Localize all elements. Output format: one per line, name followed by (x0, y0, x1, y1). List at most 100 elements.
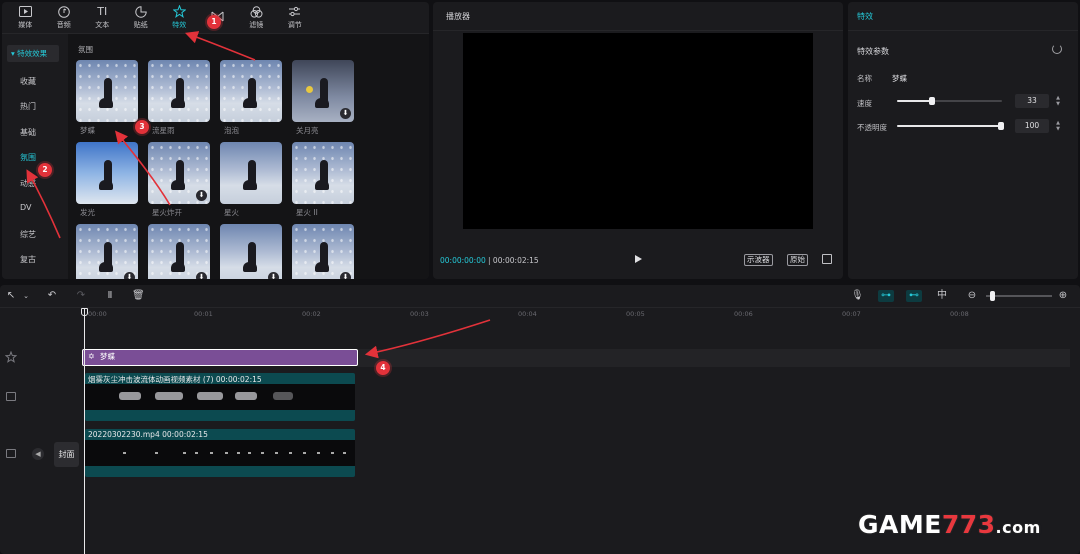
opacity-slider-knob[interactable] (998, 122, 1004, 130)
annotation-badge-4: 4 (376, 361, 390, 375)
tab-sticker[interactable]: 贴纸 (122, 2, 161, 33)
timeline-toolbar: ↖ ⌄ ↶ ↷ Ⅱ 🗑 🎙 ⊶ ⊷ 中 ⊖ ⊕ (0, 285, 1080, 307)
effect-thumb-sparks-2[interactable] (292, 142, 354, 204)
effects-track-icon (5, 351, 17, 363)
effect-label: 泡泡 (224, 126, 239, 135)
video-clip-main[interactable]: 20220302230.mp4 00:00:02:15 (85, 429, 355, 477)
effect-thumb-sparks[interactable] (220, 142, 282, 204)
divider (433, 30, 843, 31)
zoom-out-icon[interactable]: ⊖ (966, 290, 978, 302)
split-icon[interactable]: Ⅱ (104, 290, 116, 302)
opacity-slider[interactable] (897, 122, 1004, 130)
download-icon[interactable]: ⬇ (340, 108, 351, 119)
redo-icon[interactable]: ↷ (75, 290, 87, 302)
speaker-icon[interactable]: ◀ (32, 448, 44, 460)
main-track-magnet-icon[interactable]: ⊶ (878, 290, 894, 302)
effect-thumb-meteor-shower[interactable] (148, 60, 210, 122)
speed-stepper[interactable]: ▲ ▼ (1054, 95, 1062, 107)
tab-text[interactable]: TI 文本 (83, 2, 122, 33)
speed-label: 速度 (857, 99, 872, 108)
sidebar-item-variety[interactable]: 综艺 (20, 229, 36, 240)
sidebar-item-favorites[interactable]: 收藏 (20, 76, 36, 87)
preview-axis-icon[interactable]: 中 (936, 290, 948, 302)
tab-media[interactable]: 媒体 (6, 2, 45, 33)
annotation-badge-2: 2 (38, 163, 52, 177)
name-label: 名称 (857, 74, 872, 83)
tab-audio[interactable]: 音频 (45, 2, 84, 33)
nav-header-effects[interactable]: ▾ 特效效果 (7, 45, 59, 62)
effect-thumb-dream-butterfly[interactable] (76, 60, 138, 122)
effect-label: 星火 (224, 208, 239, 217)
speed-input[interactable]: 33 (1015, 94, 1049, 108)
sidebar-item-dynamic[interactable]: 动感 (20, 178, 36, 189)
speed-slider-fill (897, 100, 932, 102)
effect-thumb[interactable]: ⬇ (292, 224, 354, 279)
undo-icon[interactable]: ↶ (46, 290, 58, 302)
effect-label: 关月亮 (296, 126, 319, 135)
opacity-stepper[interactable]: ▲ ▼ (1054, 120, 1062, 132)
main-video-track-icon (6, 449, 16, 458)
opacity-label: 不透明度 (857, 123, 887, 132)
filter-icon (249, 5, 263, 18)
reset-icon[interactable] (1052, 44, 1062, 54)
play-icon[interactable] (635, 255, 642, 263)
name-value: 梦蝶 (892, 74, 907, 83)
zoom-in-icon[interactable]: ⊕ (1057, 290, 1069, 302)
annotation-badge-3: 3 (135, 120, 149, 134)
effects-track (358, 349, 1070, 367)
microphone-icon[interactable]: 🎙 (851, 290, 864, 302)
effect-label: 梦蝶 (80, 126, 95, 135)
time-ruler[interactable]: 00:00 00:01 00:02 00:03 00:04 00:05 00:0… (86, 309, 1080, 321)
effect-thumb[interactable]: ⬇ (220, 224, 282, 279)
sidebar-item-hot[interactable]: 热门 (20, 101, 36, 112)
download-icon[interactable]: ⬇ (268, 272, 279, 279)
current-timecode: 00:00:00:00 (440, 256, 486, 265)
tab-effects[interactable]: 特效 (160, 2, 199, 33)
opacity-input[interactable]: 100 (1015, 119, 1049, 133)
select-tool-icon[interactable]: ↖ (5, 290, 17, 302)
effect-clip[interactable]: 梦蝶 (82, 349, 358, 366)
cover-button[interactable]: 封面 (54, 442, 79, 467)
download-icon[interactable]: ⬇ (196, 272, 207, 279)
sidebar-item-dv[interactable]: DV (20, 203, 32, 212)
sidebar-item-basic[interactable]: 基础 (20, 127, 36, 138)
tab-adjust[interactable]: 调节 (276, 2, 315, 33)
scope-button[interactable]: 示波器 (744, 254, 773, 266)
zoom-slider-knob[interactable] (990, 291, 995, 301)
delete-icon[interactable]: 🗑 (132, 290, 145, 302)
section-title: 氛围 (78, 45, 93, 54)
clip-thumbnails (85, 440, 355, 466)
effects-grid: 氛围 梦蝶 流星雨 泡泡 ⬇ 关月亮 发光 ⬇ 星火炸开 星火 星火 II ⬇ … (68, 34, 429, 279)
download-icon[interactable]: ⬇ (196, 190, 207, 201)
opacity-slider-fill (897, 125, 1002, 127)
effect-thumb-sparks-burst[interactable]: ⬇ (148, 142, 210, 204)
effect-label: 星火炸开 (152, 208, 182, 217)
fullscreen-icon[interactable] (822, 254, 832, 264)
properties-panel: 特效 特效参数 名称 梦蝶 速度 33 ▲ ▼ 不透明度 100 ▲ ▼ (848, 2, 1078, 279)
sidebar-item-retro[interactable]: 复古 (20, 254, 36, 265)
effect-thumb[interactable]: ⬇ (148, 224, 210, 279)
effect-thumb-moon-off[interactable]: ⬇ (292, 60, 354, 122)
effect-thumb[interactable]: ⬇ (76, 224, 138, 279)
effect-thumb-glow[interactable] (76, 142, 138, 204)
playhead[interactable] (84, 309, 85, 554)
media-icon (18, 6, 32, 18)
sidebar-item-atmosphere[interactable]: 氛围 (20, 152, 36, 163)
effect-thumb-bubbles[interactable] (220, 60, 282, 122)
chevron-down-icon[interactable]: ⌄ (20, 290, 32, 302)
download-icon[interactable]: ⬇ (124, 272, 135, 279)
zoom-slider[interactable] (986, 295, 1052, 297)
speed-slider[interactable] (897, 97, 1002, 105)
properties-title: 特效 (857, 12, 873, 21)
download-icon[interactable]: ⬇ (340, 272, 351, 279)
effects-category-nav: ▾ 特效效果 收藏 热门 基础 氛围 动感 DV 综艺 复古 (2, 34, 66, 279)
auto-snap-icon[interactable]: ⊷ (906, 290, 922, 302)
original-ratio-button[interactable]: 原始 (787, 254, 808, 266)
effect-label: 流星雨 (152, 126, 175, 135)
speed-slider-knob[interactable] (929, 97, 935, 105)
moon-icon (306, 86, 313, 93)
preview-screen[interactable] (463, 33, 813, 229)
tab-filter[interactable]: 滤镜 (237, 2, 276, 33)
text-icon: TI (97, 4, 108, 18)
video-clip-overlay[interactable]: 烟雾灰尘冲击波流体动画视频素材 (7) 00:00:02:15 (85, 373, 355, 421)
